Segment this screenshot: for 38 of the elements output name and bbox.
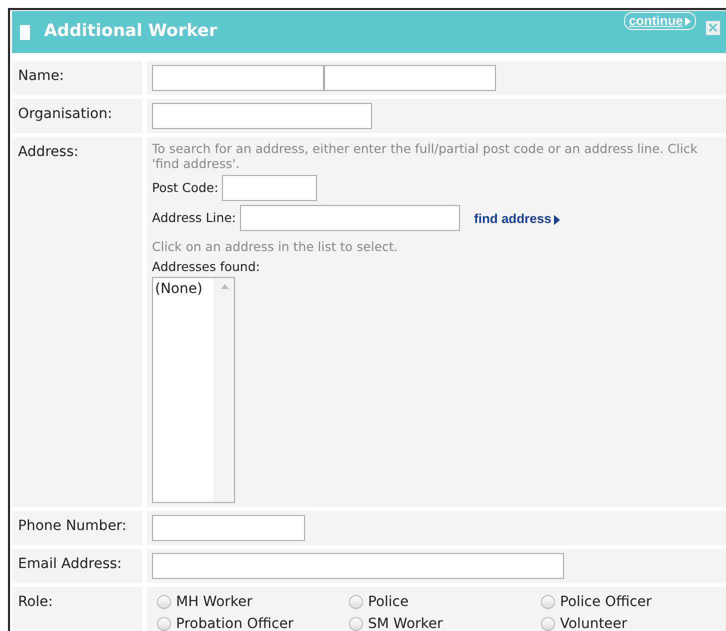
radio-button[interactable]: [541, 594, 555, 609]
organisation-field[interactable]: [152, 103, 372, 129]
addresses-found-label: Addresses found:: [152, 258, 261, 276]
radio-button[interactable]: [349, 594, 363, 609]
find-address-link[interactable]: find address: [474, 209, 560, 229]
radio-label: Probation Officer: [176, 614, 294, 631]
email-field[interactable]: [152, 552, 564, 579]
caret-icon: [554, 214, 560, 225]
dialog-title: Additional Worker: [44, 20, 218, 44]
list-hint: Click on an address in the list to select.: [152, 239, 399, 254]
radio-button[interactable]: [349, 616, 363, 631]
post-code-label: Post Code:: [152, 178, 218, 197]
address-line-field[interactable]: [240, 205, 460, 231]
address-hint: To search for an address, either enter the full/partial post code or an address line. Click 'find address'.: [152, 141, 698, 171]
radio-label: Police: [368, 592, 409, 612]
radio-label: SM Worker: [368, 614, 443, 631]
radio-label: Volunteer: [560, 614, 628, 631]
field-label: Organisation:: [12, 99, 142, 133]
address-list-item[interactable]: (None): [155, 278, 212, 300]
address-list[interactable]: (None): [152, 276, 235, 503]
field-label: Name:: [12, 61, 142, 95]
field-label: Role:: [12, 586, 142, 631]
radio-button[interactable]: [157, 594, 171, 609]
first-name-field[interactable]: [152, 65, 324, 91]
address-line-label: Address Line:: [152, 208, 236, 227]
radio-label: MH Worker: [176, 592, 252, 612]
scroll-up-icon[interactable]: [220, 284, 228, 289]
radio-button[interactable]: [157, 616, 171, 631]
field-label: Phone Number:: [12, 510, 142, 545]
field-label: Email Address:: [12, 548, 142, 583]
field-label: Address:: [12, 137, 142, 507]
caret-icon: [685, 17, 691, 26]
radio-button[interactable]: [541, 616, 555, 631]
post-code-field[interactable]: [222, 175, 318, 201]
header-icon: [20, 24, 30, 40]
radio-label: Police Officer: [560, 592, 652, 612]
phone-field[interactable]: [152, 514, 305, 541]
last-name-field[interactable]: [324, 65, 496, 91]
